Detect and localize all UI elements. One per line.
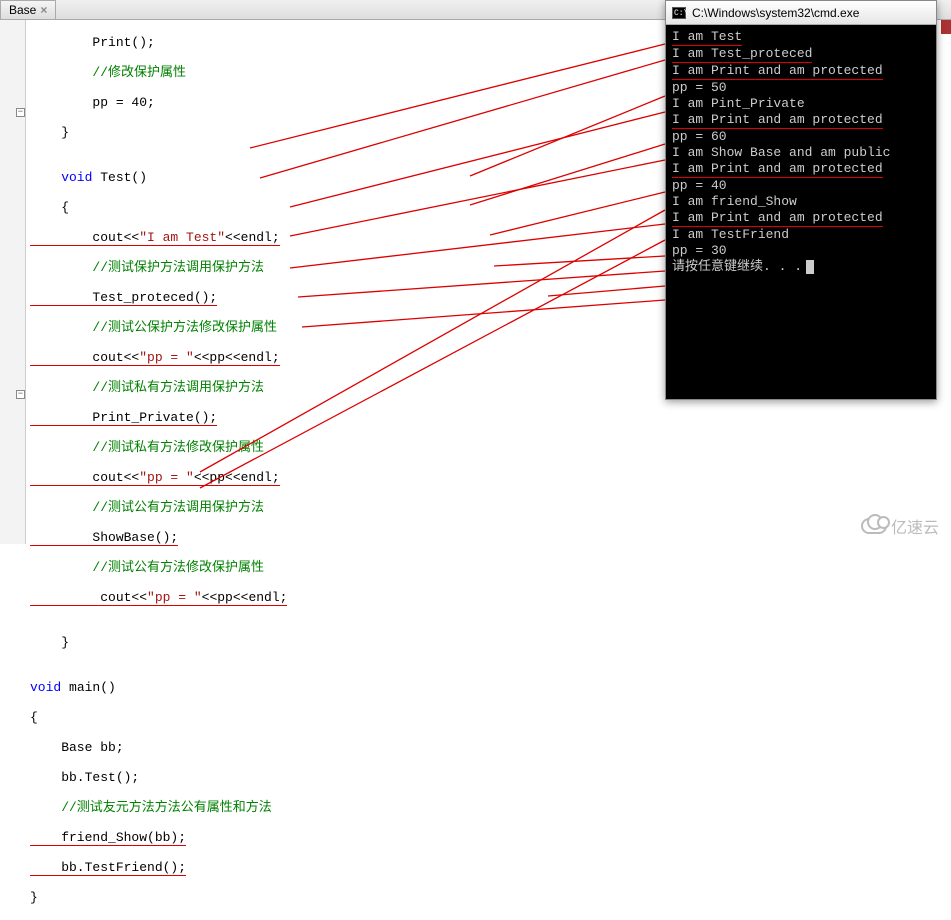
console-line: pp = 50 — [672, 80, 930, 96]
console-line: I am Test — [672, 29, 930, 46]
code-line: //测试公有方法修改保护属性 — [30, 560, 951, 575]
fold-toggle[interactable]: − — [16, 390, 25, 399]
watermark: 亿速云 — [861, 514, 939, 538]
code-line: cout<<"pp = "<<pp<<endl; — [30, 470, 951, 485]
code-line: //测试友元方法方法公有属性和方法 — [30, 800, 951, 815]
console-line: I am Print and am protected — [672, 112, 930, 129]
console-titlebar[interactable]: C:\ C:\Windows\system32\cmd.exe — [666, 1, 936, 25]
code-line: Print_Private(); — [30, 410, 951, 425]
code-line: cout<<"pp = "<<pp<<endl; — [30, 590, 951, 605]
code-line: bb.TestFriend(); — [30, 860, 951, 875]
overview-marker — [941, 20, 951, 34]
console-line: I am friend_Show — [672, 194, 930, 210]
console-output: I am TestI am Test_protecedI am Print an… — [666, 25, 936, 279]
watermark-text: 亿速云 — [891, 514, 939, 538]
console-line: pp = 60 — [672, 129, 930, 145]
code-line: } — [30, 890, 951, 905]
console-line: I am TestFriend — [672, 227, 930, 243]
code-line: bb.Test(); — [30, 770, 951, 785]
console-line: I am Show Base and am public — [672, 145, 930, 161]
cursor-block — [806, 260, 814, 274]
code-line: Base bb; — [30, 740, 951, 755]
console-title: C:\Windows\system32\cmd.exe — [692, 6, 859, 20]
cmd-icon: C:\ — [672, 7, 686, 19]
console-line: I am Test_proteced — [672, 46, 930, 63]
code-line: void main() — [30, 680, 951, 695]
fold-toggle[interactable]: − — [16, 108, 25, 117]
console-line: I am Print and am protected — [672, 63, 930, 80]
code-line: } — [30, 635, 951, 650]
console-line: I am Print and am protected — [672, 161, 930, 178]
code-line: ShowBase(); — [30, 530, 951, 545]
code-line: friend_Show(bb); — [30, 830, 951, 845]
console-line: pp = 30 — [672, 243, 930, 259]
console-line: pp = 40 — [672, 178, 930, 194]
console-line: 请按任意键继续. . . — [672, 259, 930, 275]
file-tab-base[interactable]: Base × — [0, 0, 56, 20]
close-icon[interactable]: × — [40, 3, 47, 17]
editor-gutter[interactable]: − − — [0, 20, 26, 544]
code-line: { — [30, 710, 951, 725]
code-line: //测试公有方法调用保护方法 — [30, 500, 951, 515]
tab-label: Base — [9, 3, 36, 17]
cloud-icon — [861, 518, 887, 534]
console-line: I am Print and am protected — [672, 210, 930, 227]
console-line: I am Pint_Private — [672, 96, 930, 112]
console-window[interactable]: C:\ C:\Windows\system32\cmd.exe I am Tes… — [665, 0, 937, 400]
code-line: //测试私有方法修改保护属性 — [30, 440, 951, 455]
